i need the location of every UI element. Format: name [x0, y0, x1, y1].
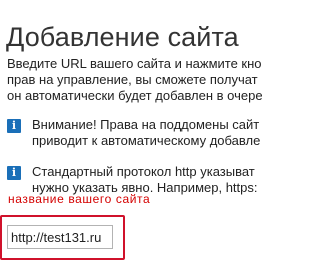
notice-line: Стандартный протокол http указыват — [32, 164, 255, 179]
notice-line: Внимание! Права на поддомены сайт — [32, 117, 260, 132]
intro-line: Введите URL вашего сайта и нажмите кно — [7, 56, 262, 71]
page-title: Добавление сайта — [6, 22, 239, 53]
intro-line: прав на управление, вы сможете получат — [7, 72, 258, 87]
intro-text: Введите URL вашего сайта и нажмите кно п… — [7, 56, 263, 104]
intro-line: он автоматически будет добавлен в очере — [7, 88, 263, 103]
info-icon: i — [7, 119, 21, 133]
notice-text: Внимание! Права на поддомены сайт привод… — [32, 117, 260, 149]
site-url-input[interactable] — [7, 225, 113, 249]
notice-line: приводит к автоматическому добавле — [32, 133, 261, 148]
site-name-annotation: название вашего сайта — [8, 192, 151, 206]
info-icon: i — [7, 166, 21, 180]
